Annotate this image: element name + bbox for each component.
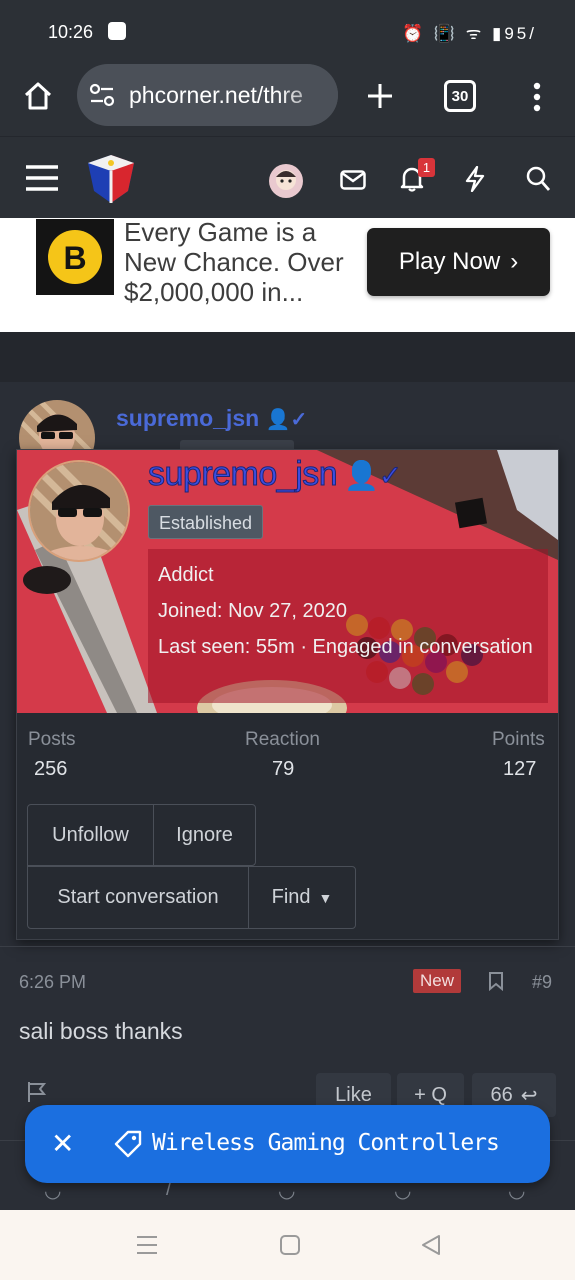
post-message: sali boss thanks xyxy=(19,1018,183,1044)
status-icons: ⏰ 📳 ᯤ ▮95/ xyxy=(401,24,537,43)
start-conversation-button[interactable]: Start conversation xyxy=(27,866,249,929)
tag-icon xyxy=(114,1130,142,1158)
divider xyxy=(0,946,575,947)
post-time[interactable]: 6:26 PM xyxy=(19,972,86,993)
stat-reaction-value: 79 xyxy=(272,758,295,780)
member-title: Addict xyxy=(158,564,214,586)
clock: 10:26 xyxy=(48,22,94,42)
member-badge: Established xyxy=(148,505,264,539)
recent-apps-icon[interactable] xyxy=(136,1234,158,1256)
verified-user-icon: 👤✓ xyxy=(265,409,308,431)
member-info-panel: Addict Joined: Nov 27, 2020 Last seen: 5… xyxy=(148,549,548,703)
chevron-right-icon: › xyxy=(510,248,519,275)
unfollow-button[interactable]: Unfollow xyxy=(27,804,154,866)
more-menu-icon[interactable] xyxy=(532,82,542,112)
joined-label: Joined: xyxy=(158,600,223,622)
site-logo[interactable] xyxy=(84,153,138,205)
stat-posts-value[interactable]: 256 xyxy=(34,758,67,781)
alerts-count-badge: 1 xyxy=(418,158,435,177)
back-icon[interactable] xyxy=(419,1233,443,1257)
ad-logo: B xyxy=(36,219,114,295)
stat-posts-label: Posts xyxy=(28,729,76,750)
member-last-seen: Last seen: 55m · Engaged in conversation xyxy=(158,632,538,663)
home-icon[interactable] xyxy=(22,80,54,112)
report-flag-icon[interactable] xyxy=(26,1081,48,1103)
toast-text[interactable]: Wireless Gaming Controllers xyxy=(152,1130,500,1156)
find-label: Find xyxy=(271,886,311,908)
status-bar: 10:26 ⏰ 📳 ᯤ ▮95/ xyxy=(0,0,575,64)
section-gap xyxy=(0,332,575,382)
stat-reaction-label: Reaction xyxy=(245,729,320,750)
post-author-username[interactable]: supremo_jsn 👤✓ xyxy=(116,405,307,432)
new-badge: New xyxy=(413,969,461,993)
ad-button-label: Play Now xyxy=(398,248,501,275)
site-settings-icon[interactable] xyxy=(89,83,115,107)
url-fade xyxy=(278,64,338,126)
tab-switcher-button[interactable]: 30 xyxy=(444,80,476,112)
stat-points-value[interactable]: 127 xyxy=(503,758,536,781)
whats-new-bolt-icon[interactable] xyxy=(464,166,486,192)
verified-user-icon: 👤✓ xyxy=(337,460,403,492)
ad-text: Every Game is a New Chance. Over $2,000,… xyxy=(124,217,344,307)
reply-arrow-icon: ↩ xyxy=(520,1084,538,1107)
hamburger-menu-icon[interactable] xyxy=(26,164,58,192)
last-seen-label: Last seen: xyxy=(158,636,251,658)
member-username-text: supremo_jsn xyxy=(147,455,338,494)
stat-points-label: Points xyxy=(492,729,545,750)
caret-down-icon: ▼ xyxy=(318,889,333,906)
close-icon[interactable]: ✕ xyxy=(51,1127,74,1160)
url-bar[interactable]: phcorner.net/thre xyxy=(77,64,338,126)
bookmark-icon[interactable] xyxy=(488,971,504,991)
ignore-button[interactable]: Ignore xyxy=(153,804,256,866)
post-number[interactable]: #9 xyxy=(532,972,552,993)
member-joined: Joined: Nov 27, 2020 xyxy=(158,593,538,629)
last-seen-value: 55m · Engaged in conversation xyxy=(255,636,533,658)
tab-count: 30 xyxy=(451,87,469,105)
user-avatar[interactable] xyxy=(268,163,304,199)
new-tab-icon[interactable] xyxy=(366,82,394,110)
ad-play-now-button[interactable]: Play Now › xyxy=(367,228,550,296)
url-text: phcorner.net/thre xyxy=(129,82,303,108)
search-icon[interactable] xyxy=(526,166,550,192)
member-avatar[interactable] xyxy=(28,460,130,562)
quote-icon: 66 xyxy=(490,1083,513,1106)
joined-value: Nov 27, 2020 xyxy=(228,600,348,622)
post-author-name: supremo_jsn xyxy=(116,405,260,431)
battery-level: 95 xyxy=(504,24,530,43)
member-card-username[interactable]: supremo_jsn 👤✓ xyxy=(147,455,403,494)
notification-icon xyxy=(108,22,126,40)
find-dropdown-button[interactable]: Find ▼ xyxy=(248,866,356,929)
messages-icon[interactable] xyxy=(340,170,366,190)
home-button-icon[interactable] xyxy=(278,1233,302,1257)
ad-logo-letter: B xyxy=(63,240,86,276)
